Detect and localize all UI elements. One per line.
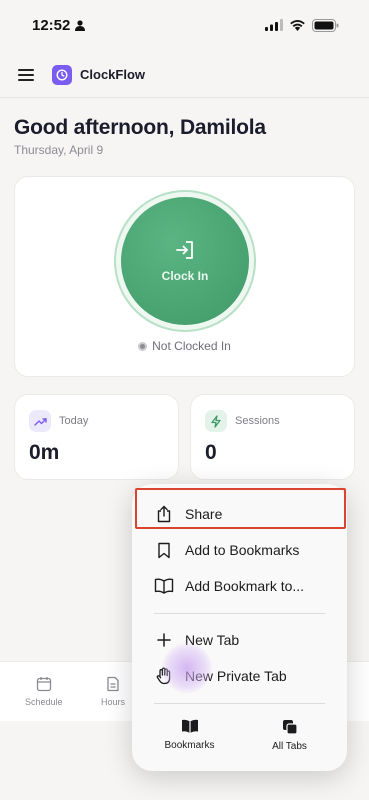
document-icon	[107, 676, 119, 692]
app-header: ClockFlow	[0, 52, 369, 98]
menu-icon[interactable]	[18, 68, 34, 81]
menu-label-all-tabs: All Tabs	[272, 741, 307, 752]
menu-item-add-bookmark-to[interactable]: Add Bookmark to...	[132, 568, 347, 604]
sign-in-icon	[176, 241, 193, 259]
clock-in-label: Clock In	[161, 269, 209, 283]
page-title: Good afternoon, Damilola	[14, 116, 266, 139]
current-date: Thursday, April 9	[14, 143, 104, 157]
status-time-text: 12:52	[32, 16, 71, 34]
bookmark-icon	[154, 540, 174, 560]
menu-item-add-to-bookmarks[interactable]: Add to Bookmarks	[132, 532, 347, 568]
menu-bottom-bar: Bookmarks All Tabs	[132, 719, 347, 771]
tabs-icon	[282, 720, 298, 735]
person-icon	[75, 19, 86, 31]
clock-in-button[interactable]: Clock In	[121, 197, 249, 325]
menu-button-bookmarks[interactable]: Bookmarks	[136, 719, 243, 751]
signal-icon	[265, 19, 283, 31]
app-name: ClockFlow	[80, 67, 146, 82]
nav-item-hours[interactable]: Hours	[101, 676, 125, 707]
nav-label-schedule: Schedule	[25, 697, 63, 707]
stat-card-today: Today 0m	[14, 394, 179, 480]
status-bar: 12:52	[0, 0, 369, 50]
nav-item-schedule[interactable]: Schedule	[25, 676, 63, 707]
battery-icon	[312, 18, 339, 32]
menu-label-add-bookmark-to: Add Bookmark to...	[185, 578, 305, 594]
trending-up-icon	[29, 410, 51, 432]
wifi-icon	[290, 20, 305, 31]
menu-divider	[154, 703, 325, 704]
calendar-icon	[36, 677, 51, 692]
menu-button-all-tabs[interactable]: All Tabs	[236, 719, 343, 752]
menu-label-add-to-bookmarks: Add to Bookmarks	[185, 542, 300, 558]
share-highlight-box	[135, 488, 346, 529]
clock-logo-icon	[52, 64, 72, 85]
nav-label-hours: Hours	[101, 697, 126, 707]
clock-status: Not Clocked In	[15, 339, 354, 353]
book-filled-icon	[181, 719, 198, 733]
status-dot-icon	[138, 341, 148, 351]
stat-label-sessions: Sessions	[235, 415, 280, 427]
menu-label-bookmarks: Bookmarks	[164, 740, 215, 751]
clock-status-text: Not Clocked In	[152, 339, 231, 353]
menu-divider	[154, 613, 325, 614]
clock-card: Clock In Not Clocked In	[14, 176, 355, 377]
lightning-icon	[205, 410, 227, 432]
stat-label-today: Today	[59, 415, 89, 427]
menu-item-new-tab[interactable]: New Tab	[132, 622, 347, 658]
touch-indicator	[162, 643, 212, 693]
stat-value-today: 0m	[29, 441, 60, 464]
stat-card-sessions: Sessions 0	[190, 394, 355, 480]
book-icon	[154, 576, 174, 596]
stat-value-sessions: 0	[205, 441, 217, 464]
status-time: 12:52	[32, 16, 86, 34]
